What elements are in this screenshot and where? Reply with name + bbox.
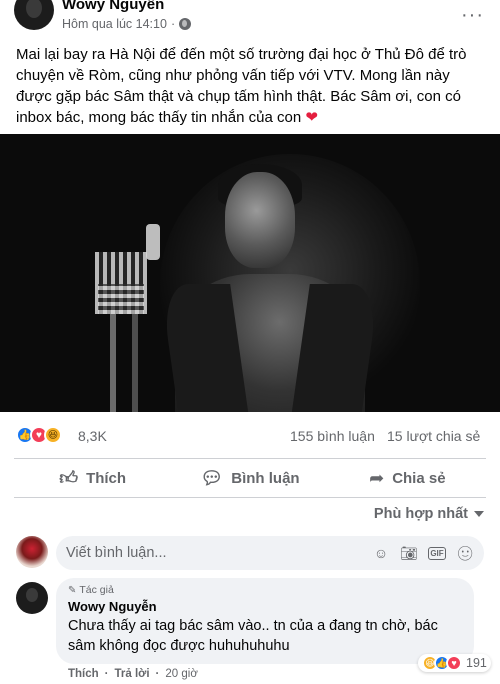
sticker-icon[interactable]: 🙂︎ [456,544,474,562]
post-body: Mai lại bay ra Hà Nội để đến một số trườ… [16,46,467,126]
comment-text: Chưa thấy ai tag bác sâm vào.. tn của a … [68,618,438,654]
comment-composer: Viết bình luận... ☺ 📷︎ GIF 🙂︎ [16,536,486,570]
commenter-avatar[interactable] [16,582,48,614]
footer-dot: · [104,668,109,680]
current-user-avatar[interactable] [16,536,48,568]
reaction-icons[interactable]: 👍 ♥ 😆 [16,426,62,444]
love-reaction-icon: ♥ [446,655,462,671]
thumbs-up-icon: 👍︎ [59,468,79,488]
like-button[interactable]: 👍︎ Thích [14,459,171,497]
author-badge-label: Tác giả [79,584,114,596]
comment-bubble: ✎ Tác giả Wowy Nguyễn Chưa thấy ai tag b… [56,578,491,672]
globe-icon [179,18,192,30]
heart-emoji: ❤ [305,109,318,126]
post-stats: 👍 ♥ 😆 8,3K 155 bình luận 15 lượt chia sẻ [0,418,500,454]
footer-dot: · [155,668,160,680]
share-icon: ➦ [369,467,385,488]
more-options-icon[interactable]: ··· [461,4,484,27]
meta-dot: · [170,17,176,31]
comment-button[interactable]: 💬︎ Bình luận [171,459,328,497]
post-timestamp[interactable]: Hôm qua lúc 14:10 [62,17,167,31]
camera-icon[interactable]: 📷︎ [400,544,418,562]
author-badge: ✎ Tác giả [68,584,462,596]
sort-label: Phù hợp nhất [373,506,468,522]
post-meta: Hôm qua lúc 14:10 · [62,17,192,31]
comment-reactions[interactable]: 😆 👍 ♥ 191 [418,654,491,672]
chevron-down-icon [474,511,484,517]
author-avatar[interactable] [14,0,54,30]
author-name[interactable]: Wowy Nguyễn [62,0,164,13]
emoji-icon[interactable]: ☺ [372,544,390,562]
comment-reaction-count: 191 [466,656,487,670]
studio-lamp-grid [98,284,144,314]
pencil-icon: ✎ [68,584,77,596]
comment-icon: 💬︎ [200,467,224,488]
comment-label: Bình luận [231,469,300,487]
reactions-count[interactable]: 8,3K [78,428,107,444]
comment-reply-link[interactable]: Trả lời [115,668,150,680]
person-face [225,172,295,268]
comment-like-link[interactable]: Thích [68,668,99,680]
share-label: Chia sẻ [392,469,446,487]
lamp-handle [146,224,160,260]
shares-count[interactable]: 15 lượt chia sẻ [387,428,480,444]
comment-footer: Thích · Trả lời · 20 giờ [68,668,198,680]
like-label: Thích [86,469,127,487]
comments-count[interactable]: 155 bình luận [290,428,375,444]
comment-time[interactable]: 20 giờ [165,668,197,680]
post-header: Wowy Nguyễn Hôm qua lúc 14:10 · ··· [0,0,500,40]
lamp-stand [110,314,116,412]
post-actions: 👍︎ Thích 💬︎ Bình luận ➦ Chia sẻ [14,458,486,498]
lamp-stand-rear [132,314,138,412]
composer-icons: ☺ 📷︎ GIF 🙂︎ [372,544,474,562]
commenter-name[interactable]: Wowy Nguyễn [68,599,462,614]
gif-icon[interactable]: GIF [428,544,446,562]
comment-sort-dropdown[interactable]: Phù hợp nhất [374,506,484,522]
post-text: Mai lại bay ra Hà Nội để đến một số trườ… [16,44,486,128]
haha-reaction-icon: 😆 [44,426,62,444]
share-button[interactable]: ➦ Chia sẻ [329,459,486,497]
post-photo[interactable] [0,134,500,412]
